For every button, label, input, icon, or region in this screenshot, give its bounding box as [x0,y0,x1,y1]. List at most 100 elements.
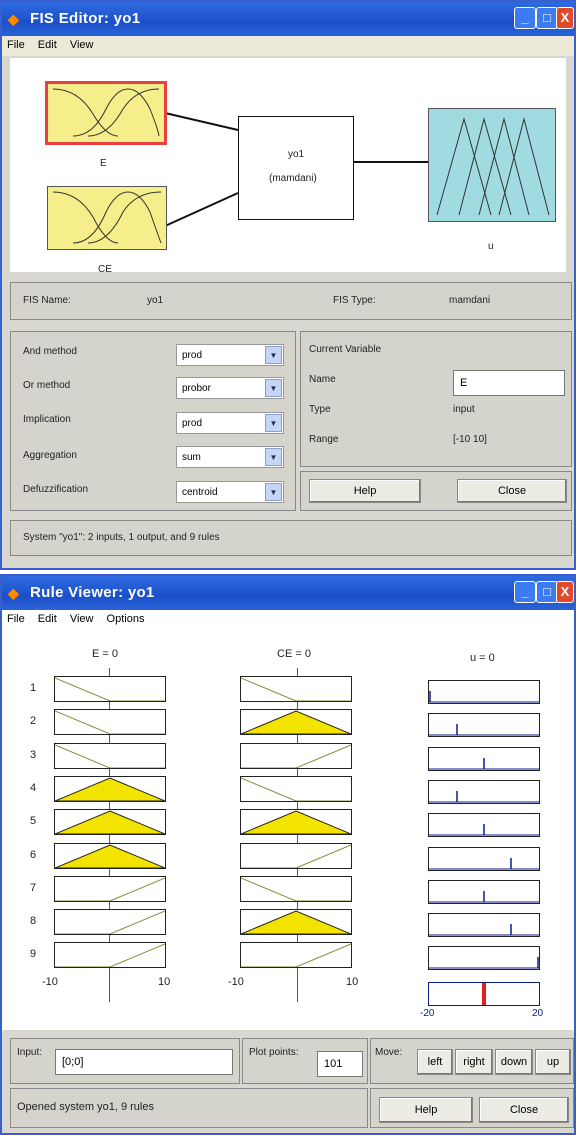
close-icon[interactable]: X [556,581,574,603]
rule-number: 4 [30,781,37,794]
input-e-box[interactable] [45,81,167,145]
rule-number: 2 [30,715,37,728]
e-axis-min: -10 [42,976,58,988]
fis-menubar: File Edit View [2,36,574,56]
mf-shape [241,943,351,968]
u-spike [429,890,539,903]
rule-number: 8 [30,915,37,928]
ce-rule-mf-plot [240,942,352,969]
e-rule-mf-plot [54,909,166,936]
fis-diagram: E CE yo1 (mamdani) u [10,58,566,275]
output-u-box[interactable] [428,108,556,222]
u-spike [429,824,539,836]
matlab-logo-icon: ◆ [8,11,19,27]
mf-shape [55,943,165,968]
mf-shape [55,910,165,935]
output-u-label: u [488,241,494,252]
system-box[interactable]: yo1 (mamdani) [238,116,354,220]
matlab-logo-icon: ◆ [8,585,19,601]
u-rule-output-plot [428,813,540,838]
plot-points-field[interactable]: 101 [317,1051,363,1077]
mf-shape [241,777,351,801]
menu-file[interactable]: File [2,610,30,628]
u-axis-min: -20 [420,1008,435,1019]
or-method-select[interactable]: probor ▼ [176,377,284,399]
rule-number: 6 [30,848,37,861]
u-result-marker [482,983,486,1005]
mf-shape [55,710,165,735]
menu-edit[interactable]: Edit [33,610,62,628]
u-column-header: u = 0 [470,652,495,664]
rule-help-button[interactable]: Help [379,1097,473,1123]
fis-editor-titlebar[interactable]: ◆ FIS Editor: yo1 _ □ X [2,2,574,36]
fis-editor-window: ◆ FIS Editor: yo1 _ □ X File Edit View E [0,0,576,570]
mf-shape [55,843,165,868]
name-label: Name [309,374,336,385]
chevron-down-icon: ▼ [265,448,282,466]
e-rule-mf-plot [54,775,166,802]
u-rule-output-plot [428,779,540,804]
e-rule-mf-plot [54,742,166,769]
fis-buttons-panel: Help Close [300,471,572,511]
menu-options[interactable]: Options [102,610,150,628]
mf-shape [55,877,165,901]
maximize-icon[interactable]: □ [536,7,558,29]
menu-view[interactable]: View [65,36,99,54]
u-rule-output-plot [428,746,540,771]
rule-status-text: Opened system yo1, 9 rules [17,1101,154,1113]
ce-rule-mf-plot [240,676,352,702]
ce-rule-mf-plot [240,842,352,869]
minimize-icon[interactable]: _ [514,7,536,29]
help-button[interactable]: Help [309,479,421,503]
move-right-button[interactable]: right [455,1049,493,1075]
fis-name-label: FIS Name: [23,295,71,306]
move-panel: Move: left right down up [370,1038,574,1084]
u-spike [429,957,539,969]
input-label: Input: [17,1047,43,1058]
rule-viewer-titlebar[interactable]: ◆ Rule Viewer: yo1 _ □ X [2,576,574,610]
menu-edit[interactable]: Edit [33,36,62,54]
chevron-down-icon: ▼ [265,346,282,364]
rule-buttons-panel: Help Close [370,1088,574,1128]
and-method-select[interactable]: prod ▼ [176,344,284,366]
u-spike [429,691,539,703]
close-icon[interactable]: X [556,7,574,29]
defuzzification-select[interactable]: centroid ▼ [176,481,284,503]
fis-name-value: yo1 [147,295,164,306]
defuzzification-label: Defuzzification [23,484,89,495]
move-left-button[interactable]: left [417,1049,453,1075]
e-column-header: E = 0 [92,648,118,660]
minimize-icon[interactable]: _ [514,581,536,603]
close-button[interactable]: Close [457,479,567,503]
move-up-button[interactable]: up [535,1049,571,1075]
implication-select[interactable]: prod ▼ [176,412,284,434]
input-vector-field[interactable]: [0;0] [55,1049,233,1075]
input-ce-box[interactable] [47,186,167,250]
menu-file[interactable]: File [2,36,30,54]
methods-panel: And method prod ▼ Or method probor ▼ Impli… [10,331,296,511]
rule-number: 7 [30,881,37,894]
aggregation-select[interactable]: sum ▼ [176,446,284,468]
u-spike [429,924,539,936]
u-aggregate-plot [428,982,540,1006]
mf-shape [55,810,165,835]
implication-label: Implication [23,414,71,425]
maximize-icon[interactable]: □ [536,581,558,603]
ce-column-header: CE = 0 [277,648,311,660]
e-rule-mf-plot [54,809,166,836]
move-down-button[interactable]: down [495,1049,533,1075]
type-value: input [453,404,475,415]
mf-shape [241,844,351,868]
rule-close-button[interactable]: Close [479,1097,569,1123]
output-u-mf-icon [436,117,550,216]
mf-shape [241,744,351,768]
e-rule-mf-plot [54,842,166,869]
ce-rule-mf-plot [240,742,352,769]
u-spike [429,790,539,803]
variable-name-input[interactable]: E [453,370,565,396]
menu-view[interactable]: View [65,610,99,628]
mf-shape [55,744,165,768]
or-method-value: probor [182,383,211,394]
rule-viewer-window: ◆ Rule Viewer: yo1 _ □ X File Edit View … [0,574,576,1135]
rule-number: 9 [30,948,37,961]
